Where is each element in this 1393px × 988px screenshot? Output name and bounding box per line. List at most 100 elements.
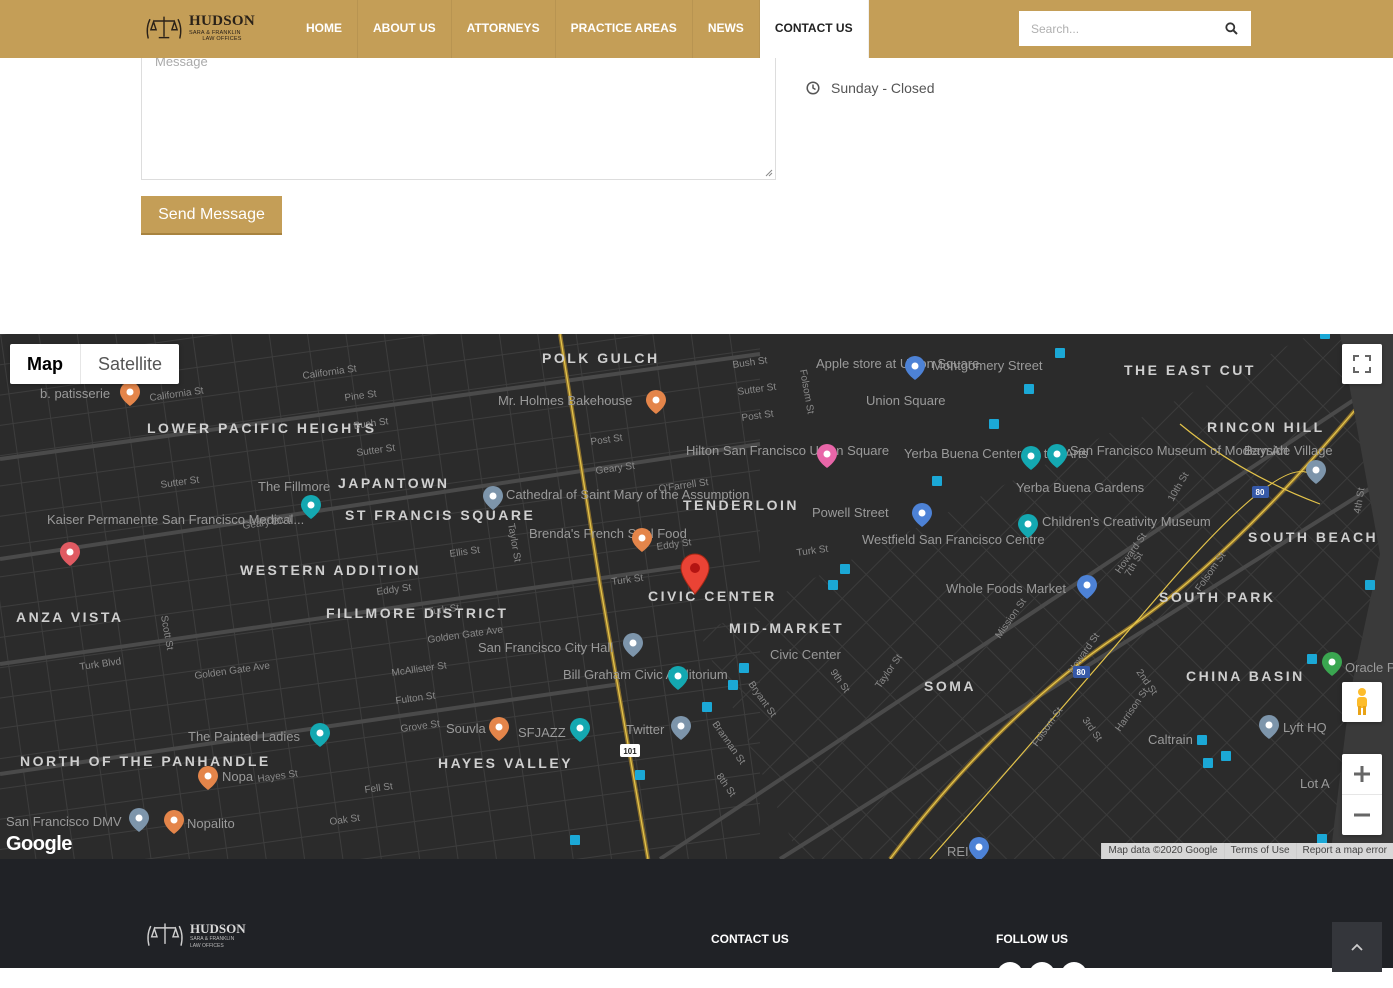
map-place-cathedral: Cathedral of Saint Mary of the Assumptio…	[506, 487, 750, 502]
map-place-rei: REI	[947, 844, 969, 859]
back-to-top-button[interactable]	[1332, 922, 1382, 972]
hwy-80-label-2: 80	[1077, 668, 1086, 677]
scales-logo-icon	[146, 16, 182, 39]
search-box	[1019, 11, 1251, 46]
map-label-hayes-valley: HAYES VALLEY	[438, 755, 573, 771]
map-place-childrens-museum: Children's Creativity Museum	[1042, 514, 1211, 529]
map-place-nopa: Nopa	[222, 769, 254, 784]
zoom-control	[1342, 754, 1382, 835]
resize-grip-icon[interactable]	[765, 169, 773, 177]
map-place-brendas: Brenda's French Soul Food	[529, 526, 687, 541]
plus-icon	[1354, 766, 1370, 782]
message-field[interactable]: Message	[141, 40, 776, 180]
map-place-bill-graham: Bill Graham Civic Auditorium	[563, 667, 728, 682]
map-canvas: POLK GULCH LOWER PACIFIC HEIGHTS JAPANTO…	[0, 334, 1393, 859]
map-label-fillmore-district: FILLMORE DISTRICT	[326, 605, 509, 621]
map-label-st-francis-square: ST FRANCIS SQUARE	[345, 507, 535, 523]
pegman-icon	[1357, 688, 1367, 715]
map-label-japantown: JAPANTOWN	[338, 475, 449, 491]
social-icon[interactable]	[1029, 962, 1055, 988]
map-type-satellite-button[interactable]: Satellite	[81, 344, 179, 384]
map-place-civic-center-station: Civic Center	[770, 647, 841, 662]
report-map-error-link[interactable]: Report a map error	[1295, 843, 1393, 859]
send-message-button[interactable]: Send Message	[141, 196, 282, 235]
map-label-the-east-cut: THE EAST CUT	[1124, 362, 1256, 378]
nav-practice-areas[interactable]: PRACTICE AREAS	[556, 0, 693, 58]
map-place-nopalito: Nopalito	[187, 816, 235, 831]
hours-sunday-text: Sunday - Closed	[831, 80, 935, 96]
map-label-western-addition: WESTERN ADDITION	[240, 562, 421, 578]
clock-icon	[806, 81, 820, 95]
map-place-union-square: Union Square	[866, 393, 946, 408]
chevron-up-icon	[1351, 943, 1363, 951]
footer-logo-name: HUDSON	[190, 920, 246, 936]
map-place-mr-holmes: Mr. Holmes Bakehouse	[498, 393, 632, 408]
social-icon[interactable]	[1061, 962, 1087, 988]
map-place-souvla: Souvla	[446, 721, 487, 736]
map-place-bayside-village: Bayside Village	[1244, 443, 1333, 458]
footer-logo-line2: LAW OFFICES	[190, 942, 224, 949]
map-place-b-patisserie: b. patisserie	[40, 386, 110, 401]
zoom-in-button[interactable]	[1342, 755, 1382, 795]
zoom-out-button[interactable]	[1342, 795, 1382, 835]
map-place-caltrain: Caltrain	[1148, 732, 1193, 747]
footer-follow-title: FOLLOW US	[996, 932, 1068, 946]
map-place-oracle: Oracle P	[1345, 660, 1393, 675]
site-header: HUDSON SARA & FRANKLIN LAW OFFICES HOME …	[0, 0, 1393, 58]
fullscreen-button[interactable]	[1342, 344, 1382, 384]
hours-sunday: Sunday - Closed	[806, 80, 935, 96]
map-place-sfjazz: SFJAZZ	[518, 725, 566, 740]
fullscreen-icon	[1353, 355, 1371, 373]
map-type-map-button[interactable]: Map	[10, 344, 81, 384]
terms-of-use-link[interactable]: Terms of Use	[1223, 843, 1296, 859]
logo-line2: LAW OFFICES	[202, 35, 242, 42]
hwy-101-label: 101	[623, 747, 637, 756]
street-view-pegman[interactable]	[1342, 682, 1382, 722]
map-place-yb-gardens: Yerba Buena Gardens	[1016, 480, 1145, 495]
map-data-credit: Map data ©2020 Google	[1101, 843, 1224, 859]
map-place-hilton: Hilton San Francisco Union Square	[686, 443, 889, 458]
map-label-south-beach: SOUTH BEACH	[1248, 529, 1378, 545]
map-attribution: Map data ©2020 Google Terms of Use Repor…	[1101, 843, 1393, 859]
site-logo[interactable]: HUDSON SARA & FRANKLIN LAW OFFICES	[143, 10, 255, 46]
search-input[interactable]	[1019, 11, 1211, 46]
google-map[interactable]: POLK GULCH LOWER PACIFIC HEIGHTS JAPANTO…	[0, 334, 1393, 859]
map-label-polk-gulch: POLK GULCH	[542, 350, 660, 366]
map-type-control: Map Satellite	[10, 344, 180, 384]
map-place-dmv: San Francisco DMV	[6, 814, 122, 829]
nav-attorneys[interactable]: ATTORNEYS	[452, 0, 556, 58]
footer-contact-title: CONTACT US	[711, 932, 789, 946]
map-label-soma: SOMA	[924, 678, 976, 694]
footer-logo-line1: SARA & FRANKLIN	[190, 935, 235, 942]
nav-about-us[interactable]: ABOUT US	[358, 0, 452, 58]
search-icon[interactable]	[1211, 11, 1251, 46]
map-label-mid-market: MID-MARKET	[729, 620, 844, 636]
scales-logo-icon	[147, 923, 183, 946]
map-place-the-fillmore: The Fillmore	[258, 479, 330, 494]
map-place-westfield: Westfield San Francisco Centre	[862, 532, 1045, 547]
social-icon[interactable]	[997, 962, 1023, 988]
map-place-whole-foods: Whole Foods Market	[946, 581, 1066, 596]
map-label-rincon-hill: RINCON HILL	[1207, 419, 1325, 435]
map-place-lyft-hq: Lyft HQ	[1283, 720, 1327, 735]
map-place-city-hall: San Francisco City Hall	[478, 640, 613, 655]
map-place-lot-a: Lot A	[1300, 776, 1330, 791]
map-label-north-of-the-panhandle: NORTH OF THE PANHANDLE	[20, 753, 271, 769]
map-place-painted-ladies: The Painted Ladies	[188, 729, 301, 744]
footer-logo[interactable]: HUDSON SARA & FRANKLIN LAW OFFICES	[143, 919, 246, 951]
map-label-south-park: SOUTH PARK	[1159, 589, 1276, 605]
map-label-anza-vista: ANZA VISTA	[16, 609, 123, 625]
google-logo: Google	[6, 833, 72, 855]
nav-home[interactable]: HOME	[291, 0, 358, 58]
nav-news[interactable]: NEWS	[693, 0, 760, 58]
main-nav: HOME ABOUT US ATTORNEYS PRACTICE AREAS N…	[291, 0, 869, 58]
map-label-china-basin: CHINA BASIN	[1186, 668, 1305, 684]
map-place-montgomery: Montgomery Street	[932, 358, 1043, 373]
nav-contact-us[interactable]: CONTACT US	[759, 0, 869, 58]
map-place-powell-street: Powell Street	[812, 505, 889, 520]
map-label-lower-pacific-heights: LOWER PACIFIC HEIGHTS	[147, 420, 377, 436]
map-place-twitter: Twitter	[626, 722, 665, 737]
map-label-civic-center: CIVIC CENTER	[648, 588, 777, 604]
site-footer: HUDSON SARA & FRANKLIN LAW OFFICES CONTA…	[0, 859, 1393, 988]
minus-icon	[1354, 813, 1370, 816]
